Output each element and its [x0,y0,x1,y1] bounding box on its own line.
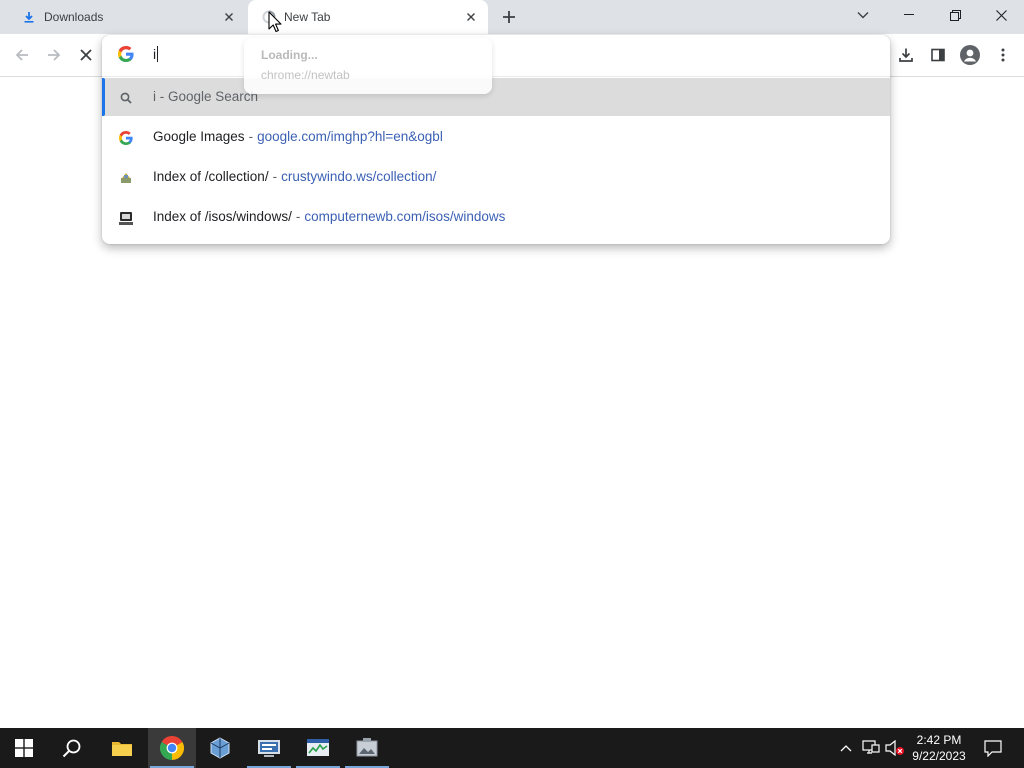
hover-card-url: chrome://newtab [261,68,350,82]
action-center-button[interactable] [978,728,1008,768]
download-icon [22,10,36,24]
suggestion-index-collection[interactable]: Index of /collection/- crustywindo.ws/col… [102,158,890,196]
chevron-up-icon [840,745,852,752]
taskbar-clock[interactable]: 2:42 PM 9/22/2023 [908,732,970,764]
close-icon[interactable] [462,8,480,26]
taskbar: 2:42 PM 9/22/2023 [0,728,1024,768]
suggestion-google-images[interactable]: Google Images - google.com/imghp?hl=en&ogb… [102,118,890,156]
google-icon [118,46,134,62]
tab-title: Downloads [44,10,104,24]
download-icon [899,48,913,62]
notification-icon [984,739,1002,757]
side-panel-icon [931,48,945,62]
downloads-button[interactable] [893,42,919,68]
virtualbox-icon [210,737,230,759]
google-icon [118,130,134,146]
file-explorer-icon [112,742,132,756]
clock-date: 9/22/2023 [912,749,966,763]
tab-strip: Downloads New Tab [0,0,1024,34]
suggestion-title: i - Google Search [153,89,259,104]
suggestion-title: Google Images [153,129,245,144]
restore-icon [949,9,961,21]
network-app-taskbar-button[interactable] [245,728,293,768]
omnibox-input[interactable]: i [153,46,159,62]
task-manager-icon [307,739,329,756]
minimize-button[interactable] [886,0,932,30]
back-button[interactable] [9,42,35,68]
omnibox-dropdown: i i - Google Search Google Images - google… [102,35,890,244]
back-arrow-icon [15,49,28,61]
chrome-taskbar-button[interactable] [148,728,196,768]
favicon-collection-icon [118,170,134,186]
network-app-icon [258,740,280,757]
stop-icon [80,49,92,61]
mouse-cursor-icon [268,11,282,38]
network-tray-icon[interactable] [860,728,882,768]
suggestion-index-isos-windows[interactable]: Index of /isos/windows/- computernewb.com… [102,198,890,236]
minimize-icon [904,14,914,15]
restore-button[interactable] [932,0,978,30]
suggestion-google-search[interactable]: i - Google Search [102,78,890,116]
suggestion-separator: - [272,169,278,184]
suggestion-separator: - [295,209,301,224]
menu-button[interactable] [990,42,1016,68]
search-icon [118,90,134,106]
network-icon [862,740,880,754]
suggestion-url: computernewb.com/isos/windows [304,209,506,224]
close-icon[interactable] [220,8,238,26]
chevron-down-icon [857,12,869,19]
tab-title: New Tab [284,10,331,24]
avatar-icon [960,45,980,65]
suggestion-url: crustywindo.ws/collection/ [281,169,437,184]
new-tab-button[interactable] [498,6,520,28]
task-manager-taskbar-button[interactable] [294,728,342,768]
suggestion-separator: - [248,129,254,144]
favicon-computernewb-icon [118,210,134,226]
kebab-menu-icon [1001,48,1005,62]
forward-button[interactable] [41,42,67,68]
virtualbox-taskbar-button[interactable] [196,728,244,768]
windows-start-icon [15,739,33,757]
search-icon [62,739,81,758]
start-button[interactable] [0,728,48,768]
tab-search-button[interactable] [840,0,886,30]
divider [102,76,890,77]
stop-button[interactable] [73,42,99,68]
profile-button[interactable] [957,42,983,68]
tab-hover-card: Loading... chrome://newtab [244,38,492,94]
hover-card-title: Loading... [261,48,318,62]
tab-new-tab[interactable]: New Tab [248,0,488,34]
suggestion-title: Index of /collection/ [153,169,269,184]
plus-icon [503,11,515,23]
omnibox-input-row[interactable]: i [102,35,890,75]
close-window-button[interactable] [978,0,1024,30]
taskbar-search-button[interactable] [48,728,96,768]
photo-app-icon [356,738,378,757]
show-hidden-icons-button[interactable] [836,728,856,768]
volume-muted-icon [885,740,904,756]
side-panel-button[interactable] [925,42,951,68]
clock-time: 2:42 PM [916,733,962,747]
suggestion-url: google.com/imghp?hl=en&ogbl [257,129,443,144]
photo-app-taskbar-button[interactable] [343,728,391,768]
suggestion-title: Index of /isos/windows/ [153,209,292,224]
close-icon [995,9,1007,21]
tab-downloads[interactable]: Downloads [8,0,246,34]
chrome-icon [160,736,184,760]
volume-tray-icon[interactable] [884,728,906,768]
file-explorer-taskbar-button[interactable] [98,728,146,768]
forward-arrow-icon [48,49,61,61]
